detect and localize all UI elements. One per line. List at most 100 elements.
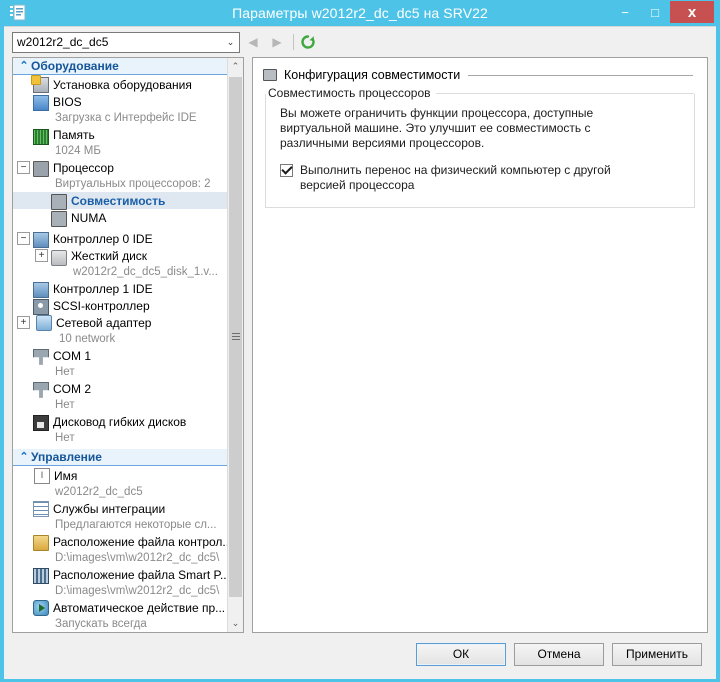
settings-detail-pane: Конфигурация совместимости Совместимость…: [252, 57, 708, 633]
vm-selector-combobox[interactable]: w2012r2_dc_dc5 ⌄: [12, 31, 240, 53]
sidebar-item-label: Автоматическое действие пр...: [53, 600, 226, 615]
collapse-expander-ide0[interactable]: −: [17, 232, 30, 245]
dialog-footer: ОК Отмена Применить: [4, 633, 716, 679]
expand-expander-hard-disk[interactable]: +: [35, 249, 48, 262]
settings-dialog-window: Параметры w2012r2_dc_dc5 на SRV22 − □ x …: [0, 0, 720, 682]
vm-selector-value: w2012r2_dc_dc5: [17, 35, 109, 49]
sidebar-subnote-automatic-start-action: Запускать всегда: [55, 618, 147, 630]
sidebar-item-label: Память: [53, 127, 95, 142]
sidebar-item-label: Сетевой адаптер: [56, 315, 152, 330]
sidebar-item-label: Расположение файла контрол...: [53, 534, 227, 549]
ide-controller-icon: [33, 282, 49, 298]
sidebar-item-ide-controller-1[interactable]: Контроллер 1 IDE: [13, 280, 227, 298]
sidebar-item-name[interactable]: I Имя: [13, 467, 227, 484]
sidebar-item-bios[interactable]: BIOS: [13, 93, 227, 111]
sidebar-item-scsi-controller[interactable]: SCSI-контроллер: [13, 297, 227, 315]
sidebar-item-label: Контроллер 0 IDE: [53, 231, 153, 246]
sidebar-item-label: Имя: [54, 468, 78, 483]
close-button[interactable]: x: [670, 1, 714, 23]
sidebar-item-network-adapter[interactable]: + Сетевой адаптер: [13, 314, 227, 331]
refresh-icon[interactable]: [297, 31, 319, 53]
section-header-management[interactable]: ⌃ Управление: [13, 449, 227, 466]
sidebar-item-label: Дисковод гибких дисков: [53, 414, 187, 429]
sidebar-item-processor[interactable]: − Процессор: [13, 159, 227, 177]
sidebar-item-label: Контроллер 1 IDE: [53, 281, 153, 296]
back-icon[interactable]: ◀: [242, 31, 264, 53]
chevron-up-icon: ⌃: [19, 59, 29, 72]
section-header-hardware[interactable]: ⌃ Оборудование: [13, 58, 227, 75]
sidebar-item-label: NUMA: [71, 210, 107, 225]
sidebar-subnote-com2: Нет: [55, 399, 75, 411]
collapse-expander-processor[interactable]: −: [17, 161, 30, 174]
toolbar: w2012r2_dc_dc5 ⌄ ◀ ▶: [4, 27, 716, 57]
sidebar-item-add-hardware[interactable]: Установка оборудования: [13, 75, 227, 93]
sidebar-item-numa[interactable]: NUMA: [13, 209, 227, 227]
maximize-button[interactable]: □: [640, 1, 670, 23]
sidebar-item-com2[interactable]: COM 2: [13, 380, 227, 398]
ok-button[interactable]: ОК: [416, 642, 506, 666]
minimize-button[interactable]: −: [610, 1, 640, 23]
sidebar-item-smart-paging-file-location[interactable]: Расположение файла Smart P...: [13, 566, 227, 584]
scsi-controller-icon: [33, 298, 49, 315]
migrate-compatibility-label: Выполнить перенос на физический компьюте…: [300, 163, 611, 192]
chevron-up-icon: ⌃: [19, 450, 29, 463]
memory-icon: [33, 128, 49, 145]
section-title-hardware: Оборудование: [31, 59, 119, 73]
forward-icon[interactable]: ▶: [266, 31, 288, 53]
scrollbar-track[interactable]: [228, 75, 243, 615]
page-title: Конфигурация совместимости: [284, 68, 461, 82]
sidebar-subnote-com1: Нет: [55, 366, 75, 378]
sidebar-subnote-smart-paging-file-location: D:\images\vm\w2012r2_dc_dc5\: [55, 585, 220, 597]
bios-icon: [33, 94, 49, 111]
sidebar-item-ide-controller-0[interactable]: − Контроллер 0 IDE: [13, 230, 227, 248]
sidebar-item-label: Расположение файла Smart P...: [53, 567, 227, 582]
sidebar-item-automatic-start-action[interactable]: Автоматическое действие пр...: [13, 599, 227, 616]
cancel-button[interactable]: Отмена: [514, 642, 604, 666]
sidebar-item-label: Установка оборудования: [53, 77, 192, 92]
scrollbar-grip-icon: [231, 333, 240, 341]
window-controls: − □ x: [610, 0, 716, 26]
sidebar-item-com1[interactable]: COM 1: [13, 347, 227, 365]
sidebar-subnote-bios: Загрузка с Интерфейс IDE: [55, 112, 197, 124]
sidebar-subnote-name: w2012r2_dc_dc5: [55, 486, 143, 498]
sidebar-item-label: Жесткий диск: [71, 248, 148, 263]
expand-expander-network-adapter[interactable]: +: [17, 316, 30, 329]
groupbox-legend-divider: [435, 92, 694, 94]
sidebar-subnote-network-adapter: 10 network: [59, 333, 116, 345]
floppy-drive-icon: [33, 414, 49, 431]
numa-icon: [51, 210, 67, 227]
sidebar-item-checkpoint-file-location[interactable]: Расположение файла контрол...: [13, 533, 227, 551]
section-title-management: Управление: [31, 450, 102, 464]
com-port-icon: [33, 348, 49, 365]
sidebar-item-memory[interactable]: Память: [13, 126, 227, 145]
ide-controller-icon: [33, 232, 49, 248]
dialog-client-area: w2012r2_dc_dc5 ⌄ ◀ ▶ ⌃ Оборудование Уста…: [4, 26, 716, 679]
scroll-up-icon[interactable]: ⌃: [228, 58, 243, 75]
checkpoint-folder-icon: [33, 535, 49, 551]
toolbar-separator: [293, 34, 294, 50]
network-adapter-icon: [36, 315, 52, 331]
scrollbar-thumb[interactable]: [229, 77, 242, 597]
sidebar-item-hard-disk[interactable]: + Жесткий диск: [13, 247, 227, 266]
migrate-compatibility-checkbox-row[interactable]: Выполнить перенос на физический компьюте…: [280, 163, 684, 193]
title-bar: Параметры w2012r2_dc_dc5 на SRV22 − □ x: [4, 0, 716, 26]
sidebar-item-integration-services[interactable]: Службы интеграции: [13, 500, 227, 517]
sidebar-item-label: BIOS: [53, 94, 82, 109]
smart-paging-icon: [33, 567, 49, 584]
sidebar-item-compatibility[interactable]: Совместимость: [13, 192, 227, 210]
add-hardware-icon: [31, 75, 49, 93]
page-header: Конфигурация совместимости: [263, 68, 697, 82]
groupbox-legend: Совместимость процессоров: [266, 86, 694, 100]
sidebar-item-floppy-drive[interactable]: Дисковод гибких дисков: [13, 413, 227, 431]
sidebar-subnote-integration-services: Предлагаются некоторые сл...: [55, 519, 217, 531]
sidebar-scrollbar[interactable]: ⌃ ⌄: [227, 58, 243, 632]
settings-tree[interactable]: ⌃ Оборудование Установка оборудования BI…: [13, 58, 227, 632]
chevron-down-icon: ⌄: [226, 36, 235, 47]
sidebar-item-label: Службы интеграции: [53, 501, 166, 516]
sidebar-subnote-floppy-drive: Нет: [55, 432, 75, 444]
auto-start-action-icon: [33, 600, 49, 616]
scroll-down-icon[interactable]: ⌄: [228, 615, 243, 632]
apply-button[interactable]: Применить: [612, 642, 702, 666]
migrate-compatibility-checkbox[interactable]: [280, 164, 293, 177]
sidebar-subnote-checkpoint-file-location: D:\images\vm\w2012r2_dc_dc5\: [55, 552, 220, 564]
